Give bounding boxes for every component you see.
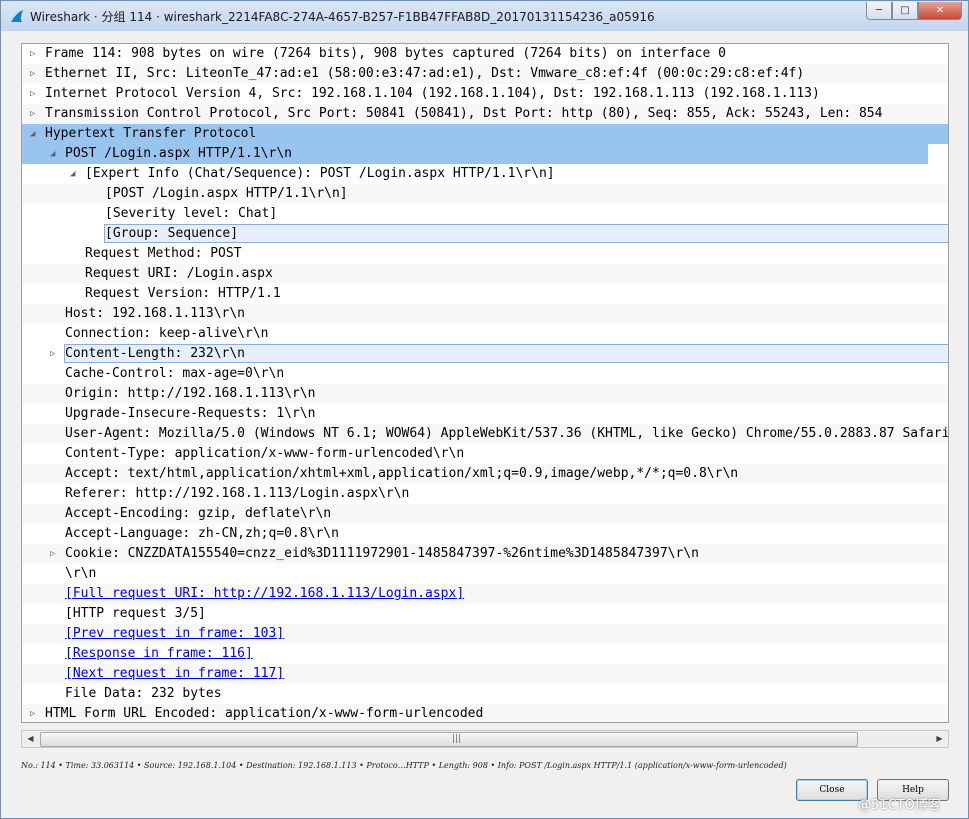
- collapsed-arrow-icon[interactable]: ▷: [30, 704, 40, 722]
- tree-row-file-data[interactable]: File Data: 232 bytes: [22, 684, 948, 704]
- scrollbar-thumb[interactable]: |||: [40, 732, 858, 747]
- packet-detail-tree[interactable]: ▷ Frame 114: 908 bytes on wire (7264 bit…: [21, 43, 949, 723]
- tree-row-label: HTML Form URL Encoded: application/x-www…: [45, 706, 484, 721]
- horizontal-scrollbar[interactable]: ◀ ||| ▶: [21, 730, 949, 748]
- tree-row-http-request-count[interactable]: [HTTP request 3/5]: [22, 604, 948, 624]
- collapsed-arrow-icon[interactable]: ▷: [30, 84, 40, 104]
- tree-row-tcp[interactable]: ▷ Transmission Control Protocol, Src Por…: [22, 104, 948, 124]
- window-title: Wireshark · 分组 114 · wireshark_2214FA8C-…: [30, 10, 655, 24]
- tree-row-crlf[interactable]: \r\n: [22, 564, 948, 584]
- tree-row-label: Referer: http://192.168.1.113/Login.aspx…: [65, 486, 410, 501]
- tree-row-label: Internet Protocol Version 4, Src: 192.16…: [45, 86, 820, 101]
- tree-row-label: User-Agent: Mozilla/5.0 (Windows NT 6.1;…: [65, 426, 949, 441]
- tree-row-content-length[interactable]: ▷ Content-Length: 232\r\n: [22, 344, 948, 364]
- tree-row-label: Cache-Control: max-age=0\r\n: [65, 366, 285, 381]
- tree-row-label: Content-Length: 232\r\n: [65, 346, 246, 361]
- tree-row-request-line[interactable]: ◢ POST /Login.aspx HTTP/1.1\r\n: [22, 144, 928, 164]
- tree-row-host[interactable]: Host: 192.168.1.113\r\n: [22, 304, 948, 324]
- tree-row-label: [POST /Login.aspx HTTP/1.1\r\n]: [105, 186, 348, 201]
- packet-summary-status: No.: 114 • Time: 33.063114 • Source: 192…: [21, 761, 787, 770]
- tree-row-label: Connection: keep-alive\r\n: [65, 326, 269, 341]
- tree-row-cookie[interactable]: ▷ Cookie: CNZZDATA155540=cnzz_eid%3D1111…: [22, 544, 948, 564]
- tree-row-content-type[interactable]: Content-Type: application/x-www-form-url…: [22, 444, 948, 464]
- tree-row-referer[interactable]: Referer: http://192.168.1.113/Login.aspx…: [22, 484, 948, 504]
- tree-row-connection[interactable]: Connection: keep-alive\r\n: [22, 324, 948, 344]
- tree-row-label: POST /Login.aspx HTTP/1.1\r\n: [65, 146, 292, 161]
- packet-details-window: Wireshark · 分组 114 · wireshark_2214FA8C-…: [0, 0, 969, 819]
- tree-row-request-version[interactable]: Request Version: HTTP/1.1: [22, 284, 948, 304]
- collapsed-arrow-icon[interactable]: ▷: [30, 64, 40, 84]
- tree-row-frame[interactable]: ▷ Frame 114: 908 bytes on wire (7264 bit…: [22, 44, 948, 64]
- expanded-arrow-icon[interactable]: ◢: [50, 144, 60, 164]
- tree-row-expert-message[interactable]: [POST /Login.aspx HTTP/1.1\r\n]: [22, 184, 948, 204]
- tree-row-upgrade-insecure[interactable]: Upgrade-Insecure-Requests: 1\r\n: [22, 404, 948, 424]
- scroll-right-icon[interactable]: ▶: [931, 731, 948, 747]
- tree-row-group[interactable]: [Group: Sequence]: [22, 224, 948, 244]
- prev-request-link[interactable]: [Prev request in frame: 103]: [65, 624, 284, 644]
- tree-row-label: Host: 192.168.1.113\r\n: [65, 306, 246, 321]
- next-request-link[interactable]: [Next request in frame: 117]: [65, 664, 284, 684]
- tree-row-label: File Data: 232 bytes: [65, 686, 222, 701]
- tree-row-label: [Severity level: Chat]: [105, 206, 278, 221]
- tree-row-label: Content-Type: application/x-www-form-url…: [65, 446, 465, 461]
- window-controls: ─ □ ✕: [866, 2, 962, 20]
- response-frame-link[interactable]: [Response in frame: 116]: [65, 644, 253, 664]
- tree-row-request-method[interactable]: Request Method: POST: [22, 244, 948, 264]
- tree-row-label: Accept-Language: zh-CN,zh;q=0.8\r\n: [65, 526, 339, 541]
- tree-row-accept[interactable]: Accept: text/html,application/xhtml+xml,…: [22, 464, 948, 484]
- collapsed-arrow-icon[interactable]: ▷: [30, 44, 40, 64]
- grip-icon: |||: [452, 734, 462, 744]
- tree-row-prev-request[interactable]: [Prev request in frame: 103]: [22, 624, 948, 644]
- tree-row-label: Origin: http://192.168.1.113\r\n: [65, 386, 316, 401]
- tree-row-origin[interactable]: Origin: http://192.168.1.113\r\n: [22, 384, 948, 404]
- tree-row-label: Request URI: /Login.aspx: [85, 266, 273, 281]
- tree-row-label: Accept: text/html,application/xhtml+xml,…: [65, 466, 739, 481]
- tree-row-label: Transmission Control Protocol, Src Port:…: [45, 106, 883, 121]
- tree-row-label: Hypertext Transfer Protocol: [45, 126, 257, 141]
- tree-row-full-request-uri[interactable]: [Full request URI: http://192.168.1.113/…: [22, 584, 948, 604]
- minimize-button[interactable]: ─: [866, 2, 892, 20]
- tree-row-html-form[interactable]: ▷ HTML Form URL Encoded: application/x-w…: [22, 704, 948, 722]
- tree-row-label: Accept-Encoding: gzip, deflate\r\n: [65, 506, 332, 521]
- expanded-arrow-icon[interactable]: ◢: [70, 164, 80, 184]
- title-bar[interactable]: Wireshark · 分组 114 · wireshark_2214FA8C-…: [1, 1, 968, 31]
- tree-row-cache-control[interactable]: Cache-Control: max-age=0\r\n: [22, 364, 948, 384]
- tree-row-expert-info[interactable]: ◢ [Expert Info (Chat/Sequence): POST /Lo…: [22, 164, 948, 184]
- tree-row-severity[interactable]: [Severity level: Chat]: [22, 204, 948, 224]
- tree-row-label: [HTTP request 3/5]: [65, 606, 206, 621]
- tree-row-accept-encoding[interactable]: Accept-Encoding: gzip, deflate\r\n: [22, 504, 948, 524]
- tree-row-label: Frame 114: 908 bytes on wire (7264 bits)…: [45, 46, 726, 61]
- tree-row-accept-language[interactable]: Accept-Language: zh-CN,zh;q=0.8\r\n: [22, 524, 948, 544]
- tree-row-label: Ethernet II, Src: LiteonTe_47:ad:e1 (58:…: [45, 66, 805, 81]
- collapsed-arrow-icon[interactable]: ▷: [50, 344, 60, 364]
- tree-row-label: Request Method: POST: [85, 246, 242, 261]
- tree-row-response[interactable]: [Response in frame: 116]: [22, 644, 948, 664]
- tree-row-label: Request Version: HTTP/1.1: [85, 286, 281, 301]
- close-window-button[interactable]: ✕: [918, 2, 962, 20]
- expanded-arrow-icon[interactable]: ◢: [30, 124, 40, 144]
- collapsed-arrow-icon[interactable]: ▷: [50, 544, 60, 564]
- scroll-left-icon[interactable]: ◀: [22, 731, 39, 747]
- collapsed-arrow-icon[interactable]: ▷: [30, 104, 40, 124]
- tree-row-label: [Group: Sequence]: [105, 226, 239, 241]
- tree-row-user-agent[interactable]: User-Agent: Mozilla/5.0 (Windows NT 6.1;…: [22, 424, 949, 444]
- wireshark-fin-icon: [11, 10, 23, 22]
- tree-row-label: [Expert Info (Chat/Sequence): POST /Logi…: [85, 166, 555, 181]
- tree-row-request-uri[interactable]: Request URI: /Login.aspx: [22, 264, 948, 284]
- maximize-button[interactable]: □: [892, 2, 918, 20]
- tree-row-label: Upgrade-Insecure-Requests: 1\r\n: [65, 406, 316, 421]
- watermark: @51CTO博客: [858, 798, 941, 813]
- tree-row-label: Cookie: CNZZDATA155540=cnzz_eid%3D111197…: [65, 546, 699, 561]
- full-request-uri-link[interactable]: [Full request URI: http://192.168.1.113/…: [65, 584, 464, 604]
- tree-row-ipv4[interactable]: ▷ Internet Protocol Version 4, Src: 192.…: [22, 84, 948, 104]
- tree-row-ethernet[interactable]: ▷ Ethernet II, Src: LiteonTe_47:ad:e1 (5…: [22, 64, 948, 84]
- tree-row-next-request[interactable]: [Next request in frame: 117]: [22, 664, 948, 684]
- tree-row-http[interactable]: ◢ Hypertext Transfer Protocol: [22, 124, 948, 144]
- tree-row-label: \r\n: [65, 566, 97, 581]
